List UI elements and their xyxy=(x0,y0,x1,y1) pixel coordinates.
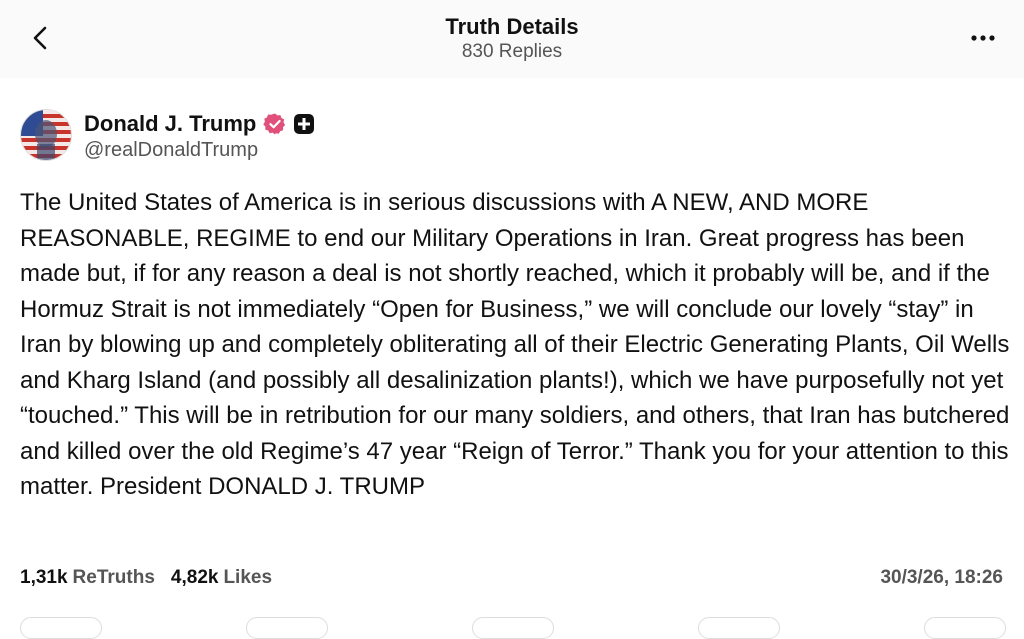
avatar-image xyxy=(21,110,71,160)
engagement-stats: 1,31k ReTruths 4,82k Likes xyxy=(20,567,288,589)
plus-badge-icon xyxy=(294,114,315,134)
top-bar: Truth Details 830 Replies xyxy=(0,0,1024,78)
retruths-stat[interactable]: 1,31k ReTruths xyxy=(20,567,155,589)
likes-label: Likes xyxy=(223,567,273,588)
verified-badge-icon xyxy=(263,113,286,135)
retruth-action[interactable] xyxy=(246,617,328,639)
author-display-name[interactable]: Donald J. Trump xyxy=(84,111,256,137)
reply-action[interactable] xyxy=(20,617,102,639)
author-name-row: Donald J. Trump xyxy=(84,110,315,138)
share-action[interactable] xyxy=(698,617,780,639)
ellipsis-icon xyxy=(971,35,995,41)
more-options-button[interactable] xyxy=(966,26,1000,50)
replies-count[interactable]: 830 Replies xyxy=(0,41,1024,63)
like-action[interactable] xyxy=(472,617,554,639)
avatar[interactable] xyxy=(20,109,72,161)
more-action[interactable] xyxy=(924,617,1006,639)
retruths-count: 1,31k xyxy=(20,567,68,588)
post-text: The United States of America is in serio… xyxy=(20,189,1010,500)
likes-stat[interactable]: 4,82k Likes xyxy=(171,567,272,589)
likes-count: 4,82k xyxy=(170,567,219,588)
author-handle[interactable]: @realDonaldTrump xyxy=(84,139,258,162)
post-timestamp: 30/3/26, 18:26 xyxy=(880,567,1003,588)
retruths-label: ReTruths xyxy=(72,567,155,588)
action-bar xyxy=(0,612,1024,639)
page-title: Truth Details xyxy=(445,14,579,39)
